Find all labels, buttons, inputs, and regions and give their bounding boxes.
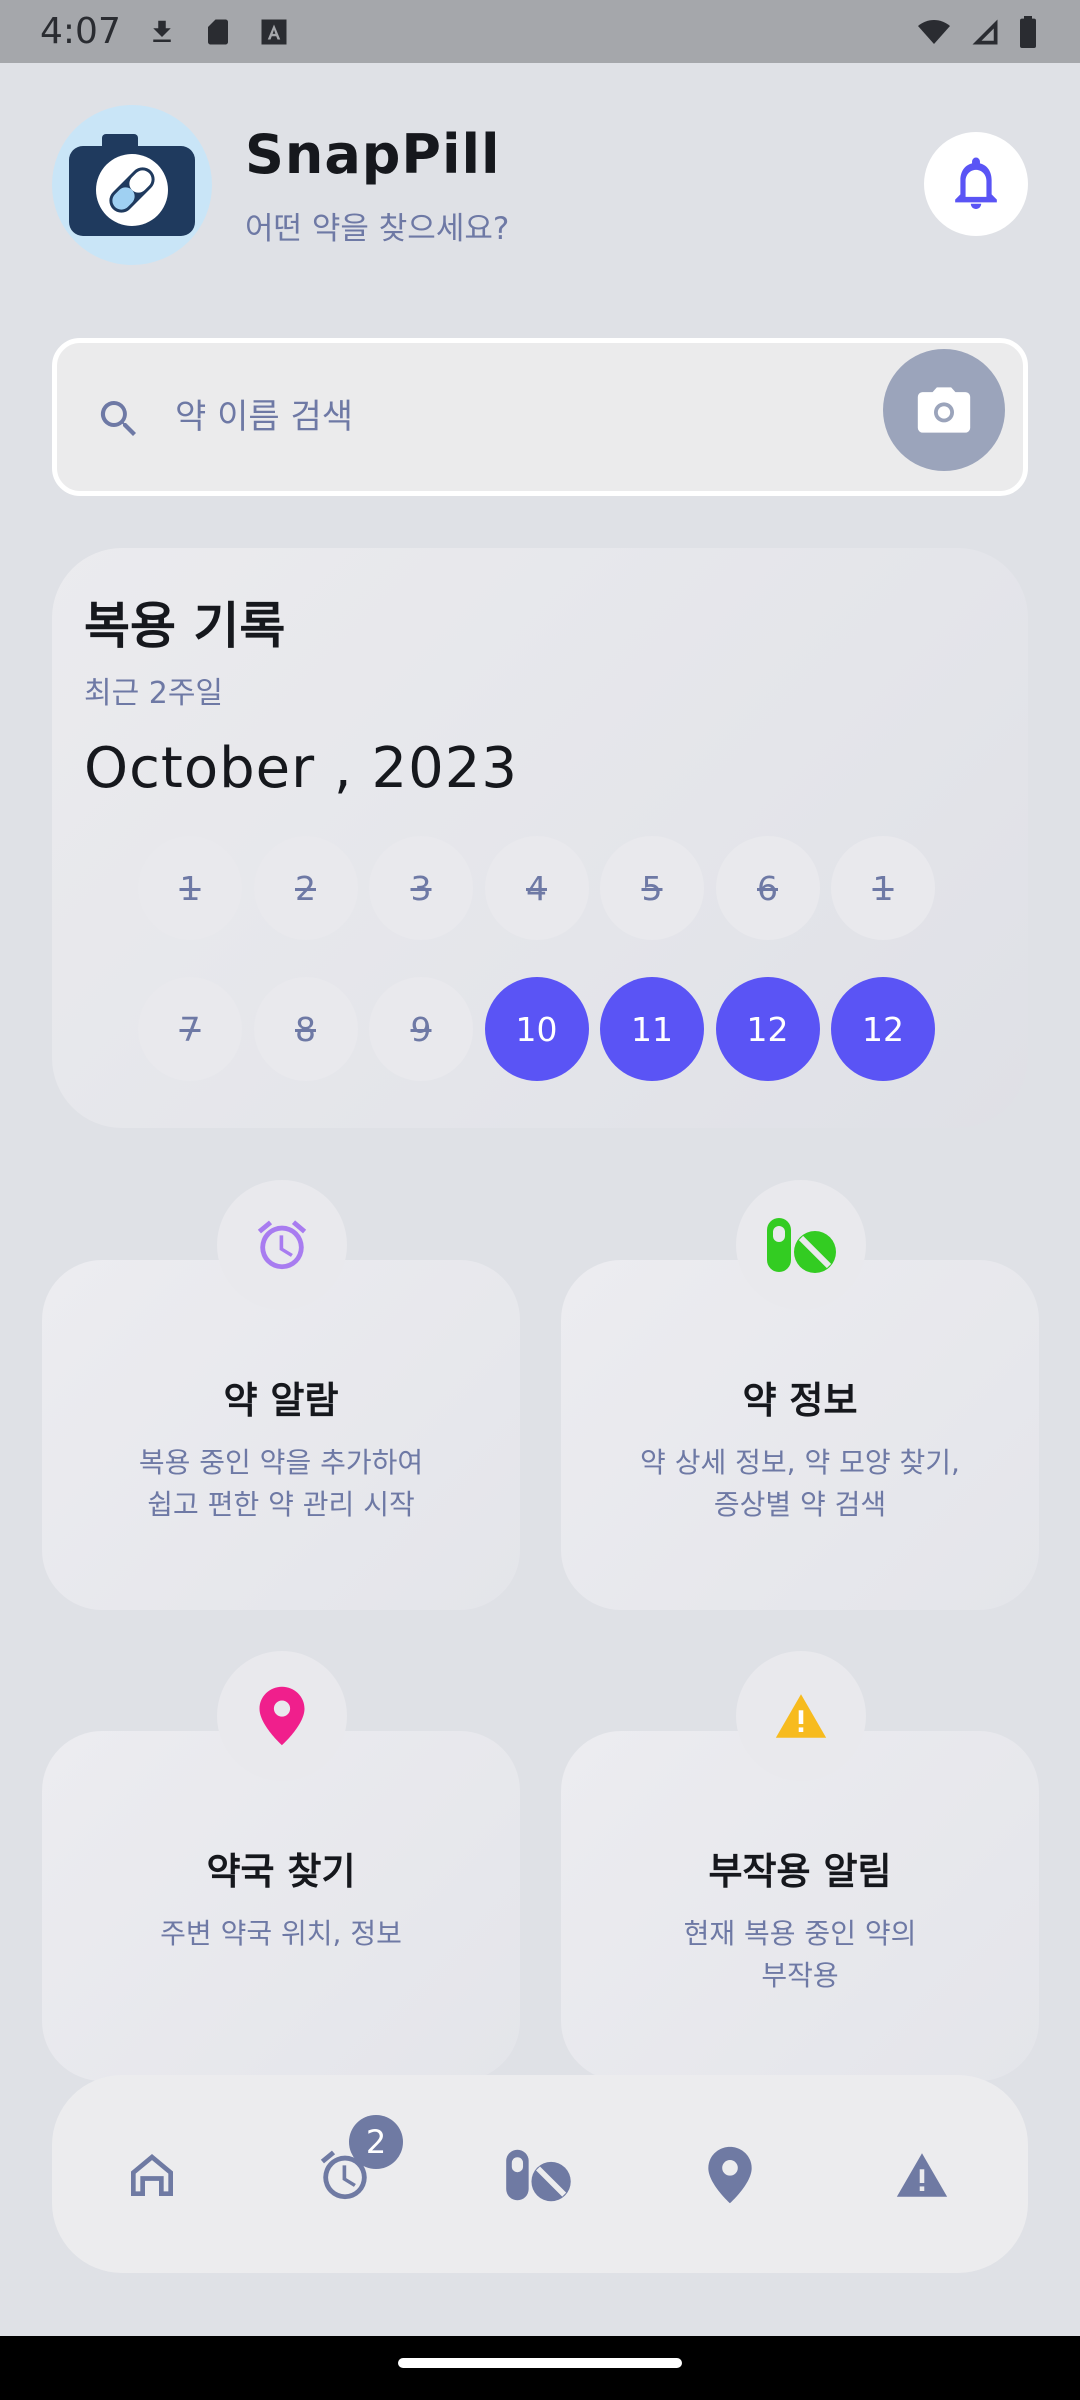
feature-icon-circle: [217, 1180, 347, 1310]
day-taken[interactable]: 3: [369, 836, 473, 940]
nav-side-effects[interactable]: [872, 2125, 972, 2225]
day-taken[interactable]: 2: [253, 836, 358, 940]
nav-pharmacy[interactable]: [680, 2125, 780, 2225]
day-active[interactable]: 11: [600, 977, 704, 1081]
nav-drug-info[interactable]: [488, 2125, 588, 2225]
feature-icon-circle: [736, 1180, 866, 1310]
day-taken[interactable]: 7: [138, 977, 242, 1081]
search-input[interactable]: [175, 373, 775, 461]
feature-description: 현재 복용 중인 약의 부작용: [683, 1917, 917, 1992]
dose-history-card: 복용 기록 최근 2주일 October , 2023 1 2 3 4 5 6 1 7 8 9 10…: [52, 548, 1028, 1128]
notification-button[interactable]: [924, 132, 1028, 236]
location-pin-icon: [708, 2146, 752, 2204]
wifi-icon: [918, 19, 950, 44]
camera-pill-logo-icon: [69, 134, 195, 236]
feature-card-drug-info[interactable]: 약 정보 약 상세 정보, 약 모양 찾기, 증상별 약 검색: [561, 1180, 1039, 1610]
feature-card-alarm[interactable]: 약 알람 복용 중인 약을 추가하여 쉽고 편한 약 관리 시작: [42, 1180, 520, 1610]
alarm-icon: [257, 1220, 307, 1270]
day-taken[interactable]: 1: [138, 836, 242, 940]
alarm-count-badge: 2: [349, 2115, 403, 2169]
camera-search-button[interactable]: [883, 349, 1005, 471]
day-taken[interactable]: 1: [831, 836, 935, 940]
feature-title: 약 알람: [223, 1379, 339, 1422]
pills-icon: [767, 1218, 836, 1273]
search-icon: [100, 401, 136, 436]
search-bar[interactable]: [52, 338, 1028, 496]
nav-home[interactable]: [102, 2125, 202, 2225]
app-logo: [52, 105, 212, 265]
camera-icon: [917, 387, 971, 433]
feature-description: 주변 약국 위치, 정보: [160, 1917, 402, 1950]
day-taken[interactable]: 9: [369, 977, 473, 1081]
home-icon: [131, 2154, 173, 2196]
record-title: 복용 기록: [84, 597, 286, 655]
feature-card-pharmacy[interactable]: 약국 찾기 주변 약국 위치, 정보: [42, 1651, 520, 2081]
feature-card-side-effects[interactable]: 부작용 알림 현재 복용 중인 약의 부작용: [561, 1651, 1039, 2081]
day-taken[interactable]: 5: [600, 836, 704, 940]
feature-icon-circle: [736, 1651, 866, 1781]
warning-icon: [896, 2153, 948, 2197]
system-navigation-bar: [0, 2336, 1080, 2400]
home-gesture-handle[interactable]: [398, 2358, 682, 2368]
record-subtitle: 최근 2주일: [84, 676, 224, 711]
nav-alarm[interactable]: 2: [295, 2115, 403, 2225]
sd-card-icon: [207, 19, 228, 44]
app-title: SnapPill: [245, 123, 501, 186]
feature-title: 약국 찾기: [206, 1850, 356, 1893]
text-a-icon: [261, 19, 287, 44]
cell-signal-icon: [972, 19, 998, 44]
pills-icon: [506, 2149, 571, 2202]
day-active[interactable]: 12: [831, 977, 935, 1081]
day-taken[interactable]: 6: [715, 836, 820, 940]
header: SnapPill 어떤 약을 찾으세요?: [52, 105, 1028, 265]
feature-icon-circle: [217, 1651, 347, 1781]
day-taken[interactable]: 4: [484, 836, 589, 940]
feature-title: 약 정보: [742, 1379, 858, 1422]
feature-description: 복용 중인 약을 추가하여 쉽고 편한 약 관리 시작: [138, 1446, 424, 1521]
app-subtitle: 어떤 약을 찾으세요?: [245, 211, 510, 247]
download-icon: [153, 20, 171, 42]
battery-icon: [1020, 15, 1036, 48]
feature-title: 부작용 알림: [708, 1850, 892, 1893]
status-bar: 4:07: [0, 0, 1080, 63]
day-active[interactable]: 10: [484, 977, 589, 1081]
feature-description: 약 상세 정보, 약 모양 찾기, 증상별 약 검색: [640, 1446, 960, 1521]
warning-icon: [775, 1694, 827, 1738]
location-pin-icon: [259, 1686, 305, 1746]
day-active[interactable]: 12: [715, 977, 820, 1081]
bell-icon: [955, 157, 997, 209]
day-taken[interactable]: 8: [253, 977, 358, 1081]
status-time: 4:07: [40, 11, 121, 52]
bottom-navigation: 2: [52, 2075, 1028, 2273]
record-month: October , 2023: [84, 736, 519, 801]
